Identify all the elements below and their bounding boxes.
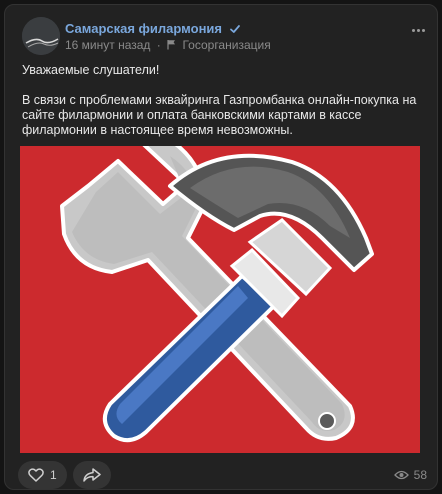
post-text: Уважаемые слушатели! В связи с проблемам… <box>22 63 426 153</box>
flag-icon <box>167 39 176 53</box>
post-greeting: Уважаемые слушатели! <box>22 63 160 77</box>
post-meta: 16 минут назад · Госорганизация <box>65 38 271 53</box>
views-count: 58 <box>413 468 427 482</box>
like-count: 1 <box>50 468 57 482</box>
post-card: Самарская филармония 16 минут назад · Го… <box>4 4 438 490</box>
meta-separator: · <box>156 38 161 52</box>
like-button[interactable]: 1 <box>18 461 67 489</box>
views-counter: 58 <box>393 468 427 482</box>
more-dots-icon[interactable] <box>412 29 425 32</box>
post-category: Госорганизация <box>182 38 271 52</box>
share-arrow-icon <box>82 468 101 482</box>
post-time[interactable]: 16 минут назад <box>65 38 150 52</box>
post-actions: 1 <box>18 461 111 489</box>
post-image[interactable] <box>20 146 420 453</box>
post-body: В связи с проблемами эквайринга Газпромб… <box>22 93 417 137</box>
eye-icon <box>393 470 409 480</box>
author-name[interactable]: Самарская филармония <box>65 21 241 38</box>
tools-illustration <box>20 146 420 453</box>
verified-check-icon <box>229 23 241 38</box>
author-name-text[interactable]: Самарская филармония <box>65 21 222 36</box>
avatar[interactable] <box>22 17 60 55</box>
heart-icon <box>28 468 44 482</box>
share-button[interactable] <box>72 461 111 489</box>
